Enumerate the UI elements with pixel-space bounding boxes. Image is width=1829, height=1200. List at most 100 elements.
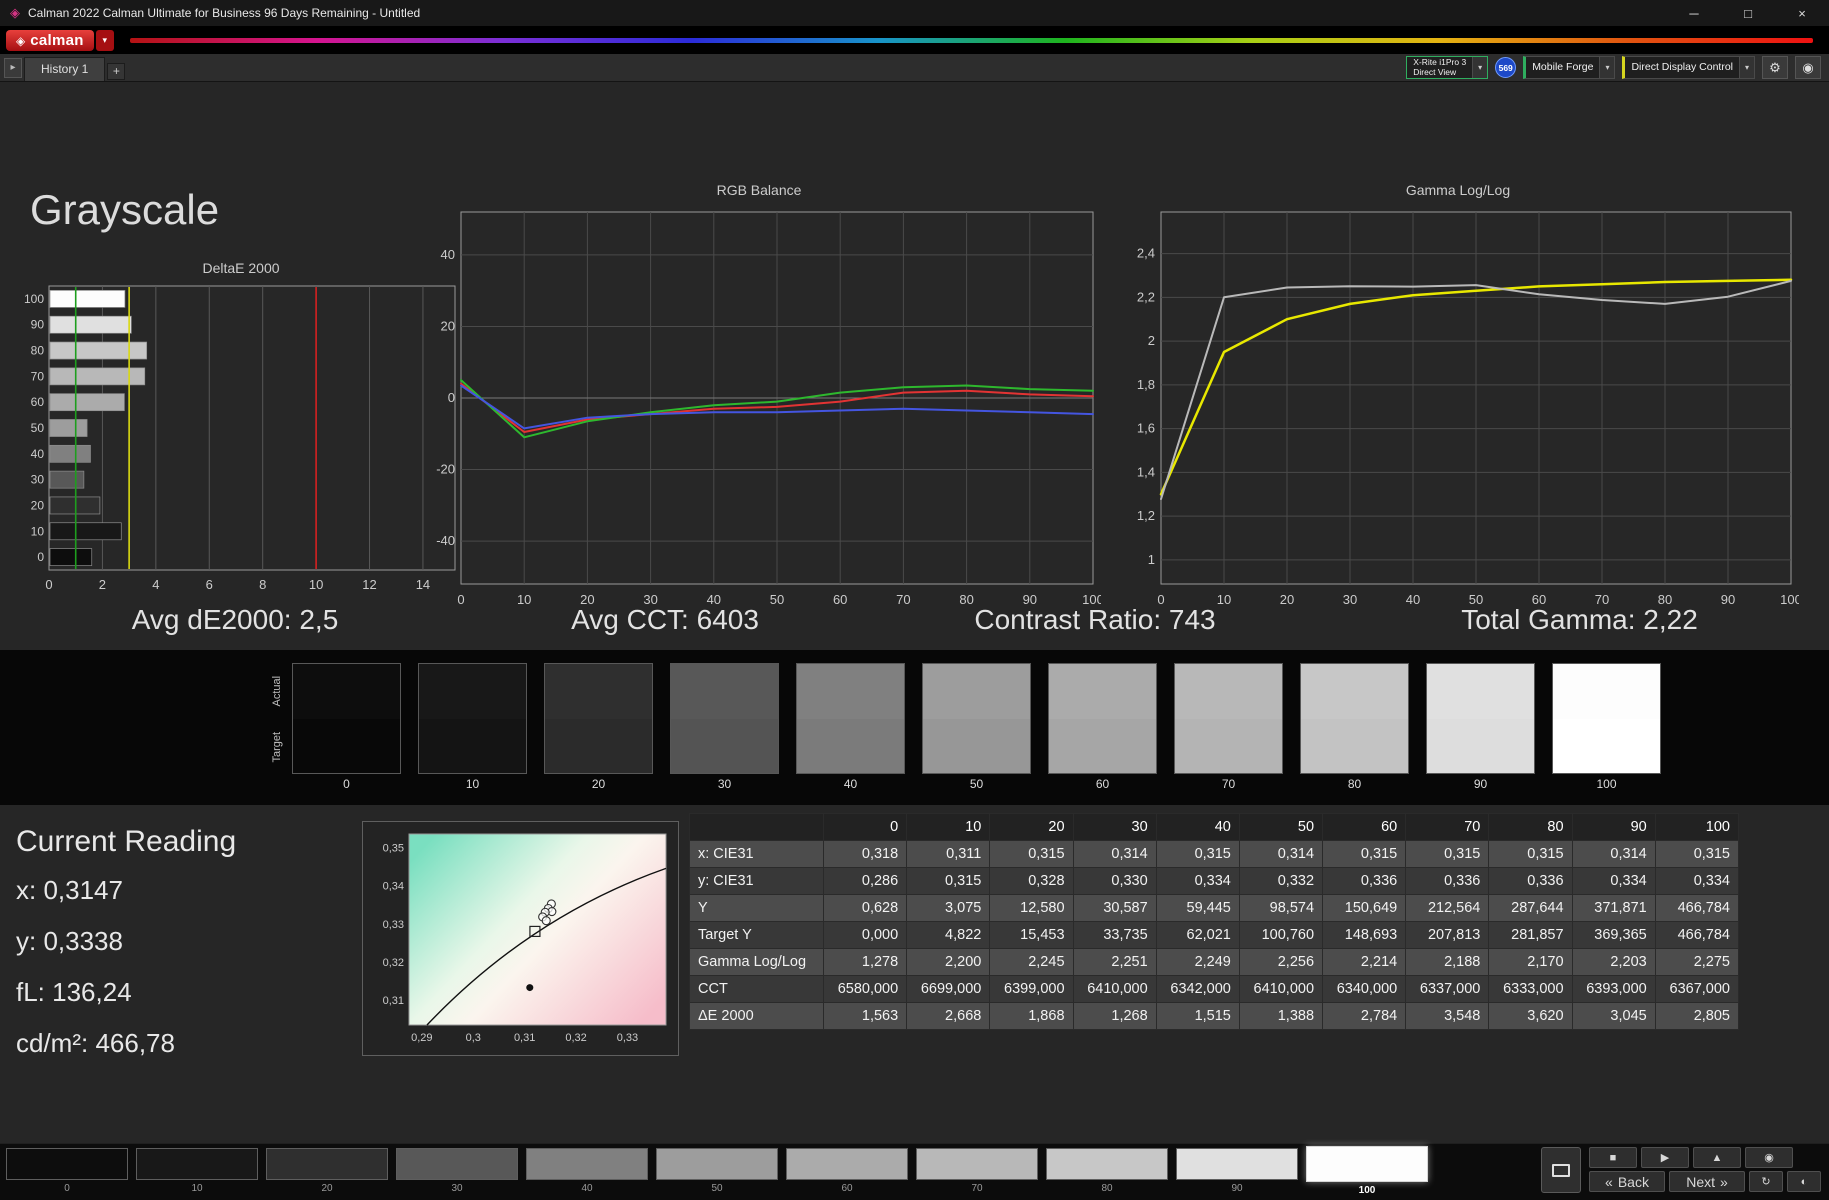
swatch-level-label: 20	[591, 777, 606, 791]
table-cell: 1,563	[822, 1002, 908, 1030]
table-cell: 0,336	[1405, 867, 1490, 895]
calman-menu-button[interactable]: ◈ calman	[6, 30, 94, 51]
eject-icon: ▲	[1711, 1151, 1723, 1164]
table-cell: 150,649	[1322, 894, 1407, 922]
rgb-balance-chart-title: RGB Balance	[716, 182, 802, 198]
table-cell: 0,328	[989, 867, 1074, 895]
calman-logo-icon: ◈	[16, 33, 26, 48]
gamma-chart: Gamma Log/Log 0 10 20 30 40 50 60 70 80 90 100 1 1,2…	[1117, 182, 1799, 614]
table-cell: 0,311	[906, 840, 991, 868]
table-header-row: 0 10 20 30 40 50 60 70 80 90 100	[689, 813, 1740, 841]
display-pattern-button[interactable]	[1541, 1147, 1581, 1193]
swatch-strip: Actual Target 0 10 20 30 40 50 60 70 80 90 100	[0, 650, 1829, 805]
minimize-button[interactable]: ─	[1667, 0, 1721, 26]
table-cell: 371,871	[1571, 894, 1656, 922]
pattern-patch-60[interactable]	[786, 1148, 908, 1180]
play-button[interactable]: ▶	[1641, 1147, 1689, 1168]
patch-cell: 80	[1046, 1148, 1168, 1196]
target-icon: ◉	[1802, 59, 1814, 75]
swatch-actual	[923, 664, 1030, 719]
patch-cell: 40	[526, 1148, 648, 1196]
next-button[interactable]: Next »	[1669, 1171, 1745, 1192]
record-icon: ◉	[1764, 1152, 1774, 1164]
toolbar: ▸ History 1 + X-Rite i1Pro 3 Direct View…	[0, 54, 1829, 82]
pattern-patch-30[interactable]	[396, 1148, 518, 1180]
stats-row: Avg dE2000: 2,5 Avg CCT: 6403 Contrast R…	[0, 604, 1829, 636]
swatch-level-label: 50	[969, 777, 984, 791]
maximize-button[interactable]: □	[1721, 0, 1775, 26]
swatch-level-label: 90	[1473, 777, 1488, 791]
pattern-patch-40[interactable]	[526, 1148, 648, 1180]
table-row-label: Gamma Log/Log	[689, 948, 824, 976]
rainbow-bar	[129, 38, 1813, 43]
patch-cell: 0	[6, 1148, 128, 1196]
table-row: ΔE 2000 1,563 2,668 1,868 1,268 1,515 1,388 2,7…	[689, 1002, 1740, 1030]
table-corner	[689, 813, 824, 841]
table-cell: 12,580	[989, 894, 1074, 922]
table-cell: 6699,000	[906, 975, 991, 1003]
grayscale-swatch-70: 70	[1174, 663, 1283, 791]
svg-text:0,31: 0,31	[514, 1032, 535, 1044]
table-cell: 369,365	[1571, 921, 1656, 949]
calman-menu-arrow[interactable]: ▾	[95, 30, 114, 51]
target-button[interactable]: ◉	[1795, 56, 1821, 79]
close-button[interactable]: ×	[1775, 0, 1829, 26]
settings-button[interactable]: ⚙	[1762, 56, 1788, 79]
table-row: x: CIE31 0,318 0,311 0,315 0,314 0,315 0,314 0,…	[689, 840, 1740, 868]
source-dropdown[interactable]: Mobile Forge ▾	[1523, 56, 1616, 79]
table-cell: 6367,000	[1654, 975, 1740, 1003]
eject-button[interactable]: ▲	[1693, 1147, 1741, 1168]
pattern-patch-90[interactable]	[1176, 1148, 1298, 1180]
svg-text:40: 40	[31, 447, 45, 461]
tab-history-1[interactable]: History 1	[24, 57, 106, 81]
table-cell: 0,000	[822, 921, 908, 949]
swatch-target	[1427, 718, 1534, 773]
svg-text:4: 4	[152, 577, 159, 592]
arrow-right-icon: ▸	[10, 62, 16, 73]
table-row: CCT 6580,000 6699,000 6399,000 6410,000 6342,…	[689, 975, 1740, 1003]
tab-scroll-button[interactable]: ▸	[4, 57, 22, 78]
grayscale-page: Grayscale DeltaE 2000 0 2 4 6 8 10 12 14 100 90 80…	[0, 82, 1829, 650]
table-cell: 2,245	[989, 948, 1074, 976]
pattern-patch-80[interactable]	[1046, 1148, 1168, 1180]
svg-text:50: 50	[31, 421, 45, 435]
contrast-button[interactable]: ◐	[1787, 1171, 1821, 1192]
record-button[interactable]: ◉	[1745, 1147, 1793, 1168]
loop-icon: ↻	[1761, 1176, 1771, 1188]
pattern-patch-70[interactable]	[916, 1148, 1038, 1180]
swatch-tile	[292, 663, 401, 774]
swatch-actual	[545, 664, 652, 719]
grayscale-swatch-80: 80	[1300, 663, 1409, 791]
table-cell: 1,515	[1155, 1002, 1240, 1030]
stop-button[interactable]: ■	[1589, 1147, 1637, 1168]
swatch-tile	[418, 663, 527, 774]
swatch-tile	[1300, 663, 1409, 774]
pattern-patch-10[interactable]	[136, 1148, 258, 1180]
table-cell: 281,857	[1488, 921, 1573, 949]
table-col-header: 60	[1322, 813, 1407, 841]
table-cell: 0,315	[906, 867, 991, 895]
window-controls: ─ □ ×	[1667, 0, 1829, 26]
gamma-chart-plot: 0 10 20 30 40 50 60 70 80 90 10011,21,41,61,822,22…	[1137, 211, 1799, 607]
table-col-header: 50	[1238, 813, 1324, 841]
pattern-patch-50[interactable]	[656, 1148, 778, 1180]
swatch-target	[293, 718, 400, 773]
svg-text:8: 8	[259, 577, 266, 592]
pattern-patch-100[interactable]	[1306, 1146, 1428, 1182]
swatch-actual	[1427, 664, 1534, 719]
swatch-target	[671, 718, 778, 773]
back-button[interactable]: « Back	[1589, 1171, 1665, 1192]
cie-chart: 0,29 0,3 0,31 0,32 0,33 0,31 0,32 0,33 0,34 0,35	[362, 821, 679, 1056]
grayscale-swatch-100: 100	[1552, 663, 1661, 791]
display-dropdown[interactable]: Direct Display Control ▾	[1622, 56, 1755, 79]
stop-icon: ■	[1609, 1151, 1617, 1164]
pattern-patch-20[interactable]	[266, 1148, 388, 1180]
table-cell: 0,336	[1322, 867, 1407, 895]
pattern-patch-0[interactable]	[6, 1148, 128, 1180]
loop-button[interactable]: ↻	[1749, 1171, 1783, 1192]
table-cell: 6399,000	[989, 975, 1074, 1003]
add-tab-button[interactable]: +	[107, 63, 126, 80]
meter-dropdown[interactable]: X-Rite i1Pro 3 Direct View ▾	[1406, 56, 1489, 79]
patch-cell: 30	[396, 1148, 518, 1196]
table-cell: 62,021	[1155, 921, 1240, 949]
